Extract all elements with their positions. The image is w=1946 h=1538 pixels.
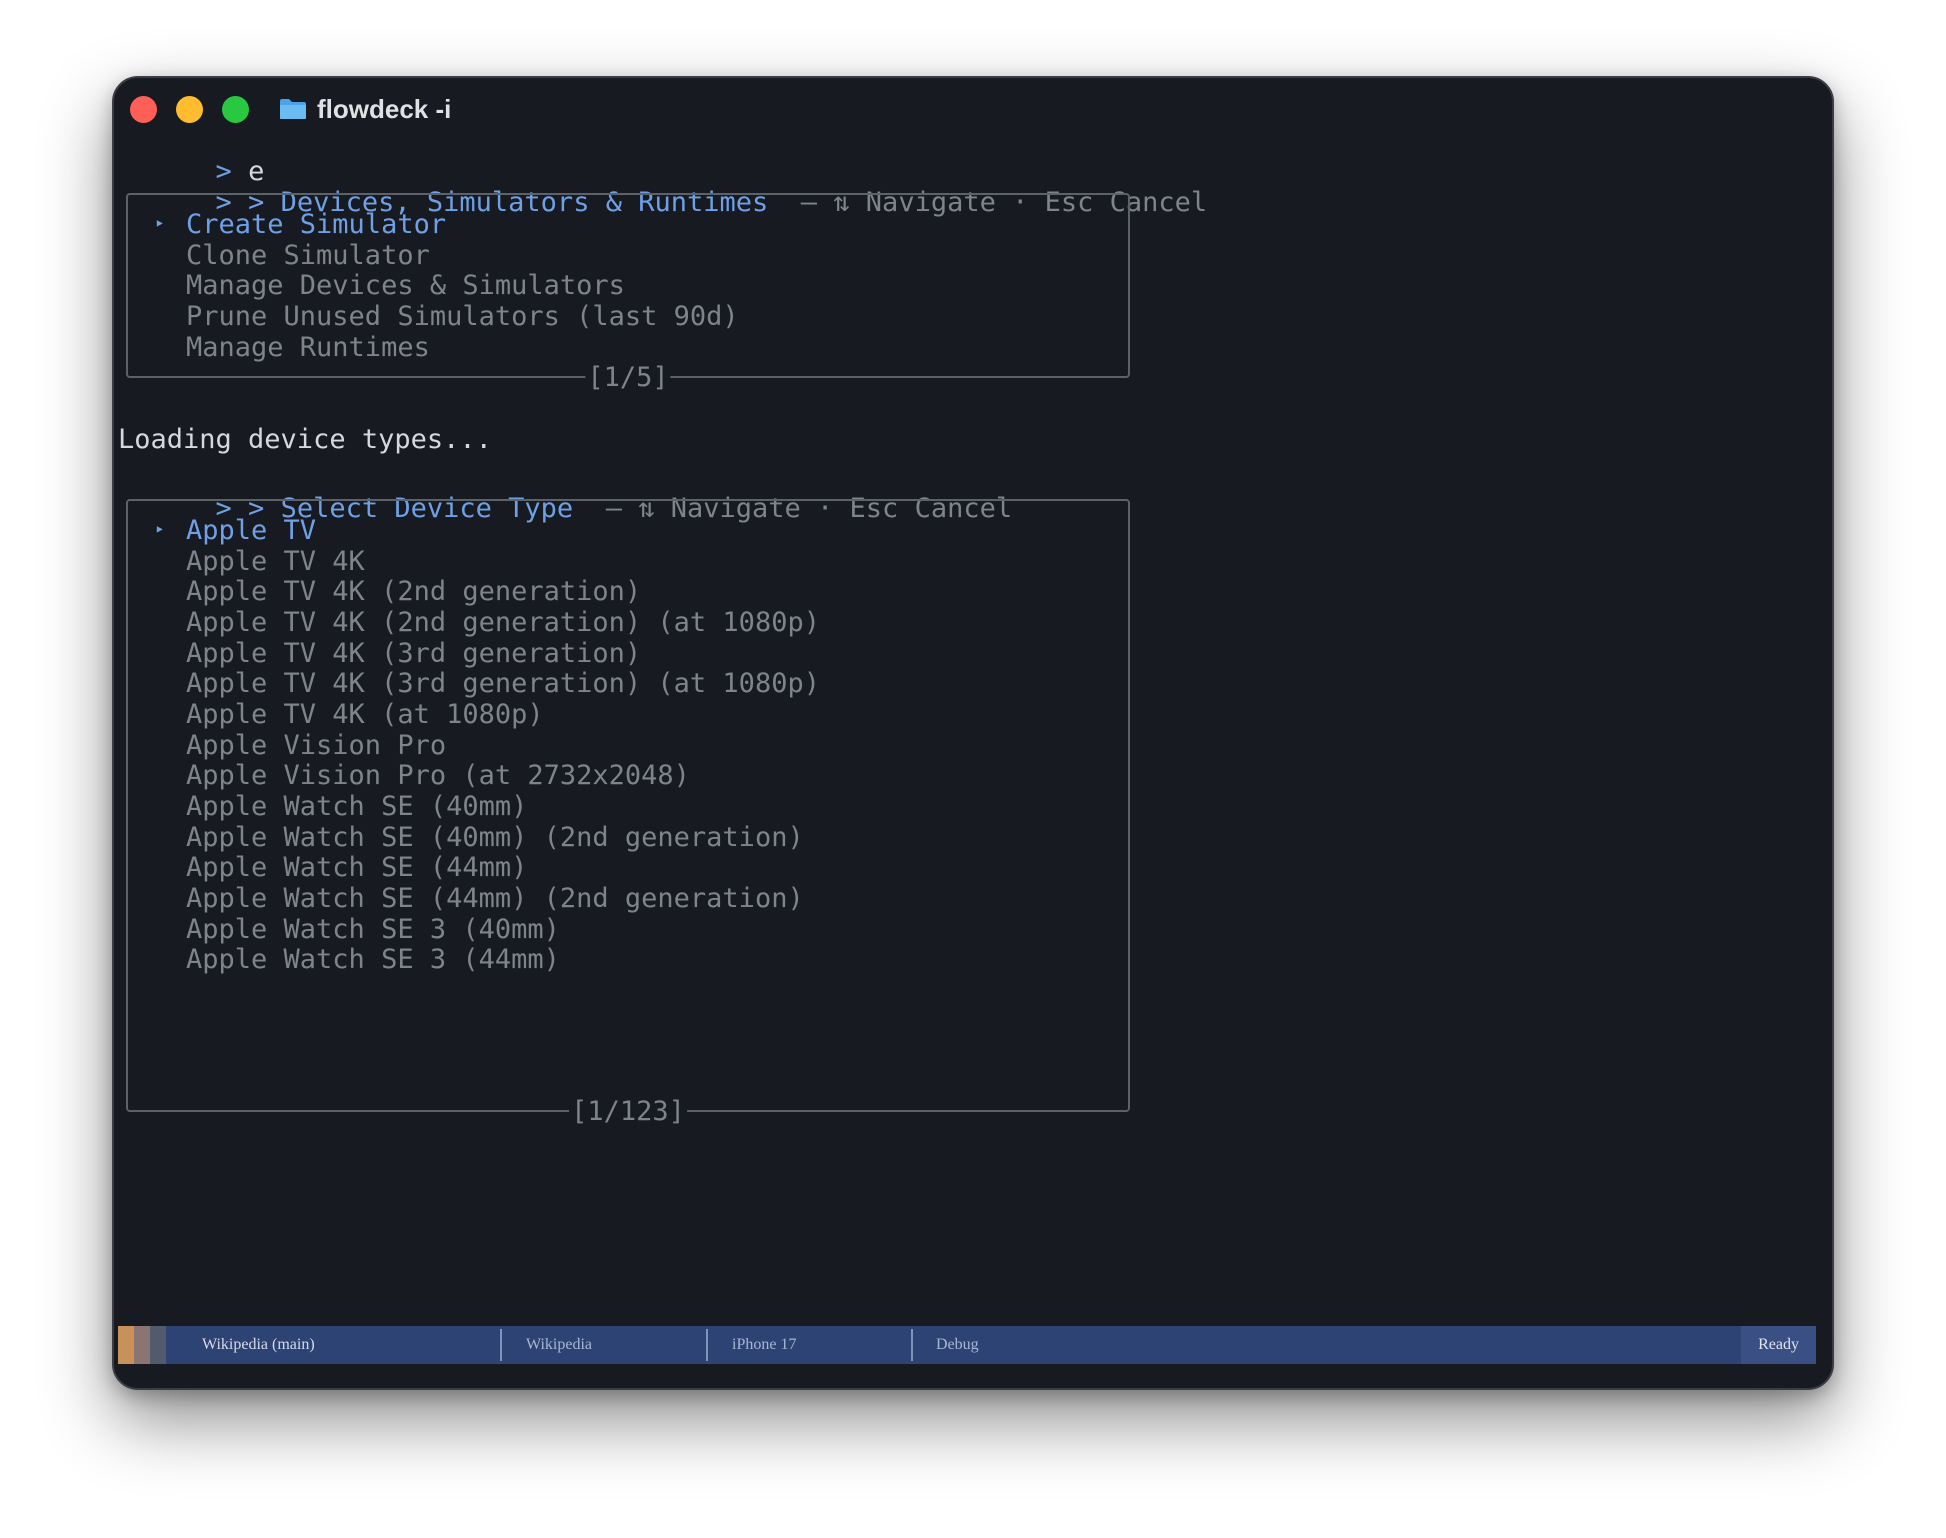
selection-marker-icon: ‣ bbox=[154, 520, 165, 541]
status-scheme[interactable]: Wikipedia bbox=[526, 1326, 592, 1364]
status-swatch bbox=[150, 1326, 166, 1364]
status-divider bbox=[706, 1329, 708, 1361]
menu-counter: [1/123] bbox=[569, 1093, 687, 1131]
status-swatch bbox=[118, 1326, 134, 1364]
list-item[interactable]: Apple Watch SE 3 (44mm) bbox=[186, 941, 560, 979]
device-type-menu-box: ‣ Apple TV Apple TV 4K Apple TV 4K (2nd … bbox=[126, 499, 1130, 1131]
status-project[interactable]: Wikipedia (main) bbox=[202, 1326, 315, 1364]
menu-header-devices: > > Devices, Simulators & Runtimes — ⇅ N… bbox=[118, 146, 1208, 218]
status-divider bbox=[911, 1329, 913, 1361]
menu-header-device-type: > > Select Device Type — ⇅ Navigate · Es… bbox=[118, 452, 1013, 524]
selection-marker-icon: ‣ bbox=[154, 214, 165, 235]
menu-counter: [1/5] bbox=[585, 359, 671, 397]
status-configuration[interactable]: Debug bbox=[936, 1326, 979, 1364]
status-swatch bbox=[134, 1326, 150, 1364]
status-device[interactable]: iPhone 17 bbox=[732, 1326, 796, 1364]
status-divider bbox=[500, 1329, 502, 1361]
menu-item-manage-runtimes[interactable]: Manage Runtimes bbox=[186, 329, 430, 367]
status-bar: Wikipedia (main) Wikipedia iPhone 17 Deb… bbox=[118, 1326, 1816, 1364]
devices-menu-box: ‣ Create Simulator Clone Simulator Manag… bbox=[126, 193, 1130, 397]
terminal-content[interactable]: > e > > Devices, Simulators & Runtimes —… bbox=[114, 78, 1832, 1388]
terminal-window: flowdeck -i > e > > Devices, Simulators … bbox=[112, 76, 1834, 1390]
status-ready-badge: Ready bbox=[1741, 1326, 1816, 1364]
